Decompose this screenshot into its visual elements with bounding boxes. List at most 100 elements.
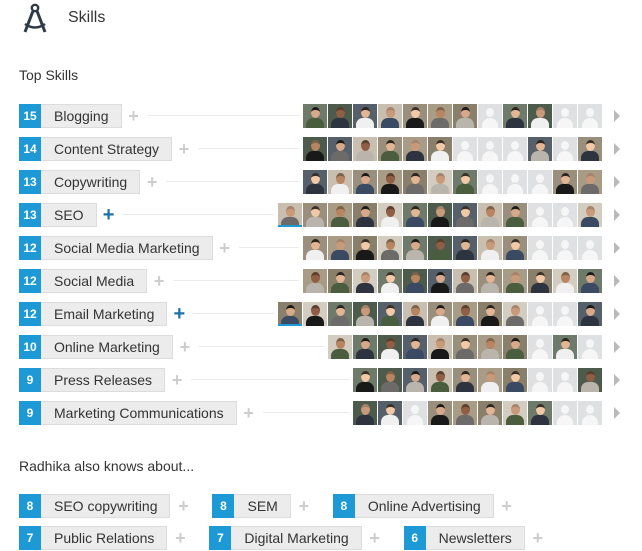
endorser-photo[interactable] bbox=[353, 137, 377, 161]
endorser-photo[interactable] bbox=[503, 203, 527, 227]
endorser-photo[interactable] bbox=[303, 236, 327, 260]
endorser-photo[interactable] bbox=[478, 269, 502, 293]
endorser-photo[interactable] bbox=[428, 302, 452, 326]
endorser-placeholder[interactable] bbox=[528, 170, 552, 194]
endorser-photo[interactable] bbox=[503, 368, 527, 392]
endorser-photo[interactable] bbox=[328, 104, 352, 128]
next-arrow-icon[interactable] bbox=[614, 143, 620, 155]
endorser-photo[interactable] bbox=[478, 236, 502, 260]
endorser-placeholder[interactable] bbox=[553, 401, 577, 425]
endorser-placeholder[interactable] bbox=[528, 236, 552, 260]
endorser-photo[interactable] bbox=[353, 203, 377, 227]
endorser-photo[interactable] bbox=[403, 170, 427, 194]
endorser-photo[interactable] bbox=[378, 335, 402, 359]
endorser-placeholder[interactable] bbox=[503, 137, 527, 161]
endorser-photo[interactable] bbox=[403, 335, 427, 359]
endorser-placeholder[interactable] bbox=[453, 137, 477, 161]
next-arrow-icon[interactable] bbox=[614, 275, 620, 287]
endorser-photo[interactable] bbox=[328, 302, 352, 326]
skill-pill[interactable]: 8 SEO copywriting bbox=[19, 494, 171, 518]
endorser-placeholder[interactable] bbox=[553, 203, 577, 227]
endorse-plus-icon[interactable]: + bbox=[166, 369, 188, 391]
endorser-placeholder[interactable] bbox=[553, 104, 577, 128]
endorser-placeholder[interactable] bbox=[578, 236, 602, 260]
endorser-photo[interactable] bbox=[353, 104, 377, 128]
endorser-photo[interactable] bbox=[378, 104, 402, 128]
endorser-photo[interactable] bbox=[428, 401, 452, 425]
next-arrow-icon[interactable] bbox=[614, 209, 620, 221]
endorse-plus-icon[interactable]: + bbox=[527, 527, 549, 549]
endorser-photo[interactable] bbox=[553, 269, 577, 293]
endorser-photo[interactable] bbox=[353, 170, 377, 194]
endorse-plus-icon[interactable]: + bbox=[168, 303, 190, 325]
endorser-photo[interactable] bbox=[378, 302, 402, 326]
endorser-placeholder[interactable] bbox=[553, 137, 577, 161]
skill-pill[interactable]: 13 Copywriting bbox=[19, 170, 141, 194]
endorse-plus-icon[interactable]: + bbox=[173, 138, 195, 160]
endorser-photo[interactable] bbox=[328, 170, 352, 194]
endorse-plus-icon[interactable]: + bbox=[98, 204, 120, 226]
endorser-photo[interactable] bbox=[453, 335, 477, 359]
endorser-photo[interactable] bbox=[378, 170, 402, 194]
skill-pill[interactable]: 15 Blogging bbox=[19, 104, 122, 128]
endorser-photo[interactable] bbox=[453, 104, 477, 128]
endorser-photo[interactable] bbox=[303, 203, 327, 227]
endorser-placeholder[interactable] bbox=[478, 104, 502, 128]
endorser-photo[interactable] bbox=[303, 170, 327, 194]
endorser-photo[interactable] bbox=[428, 269, 452, 293]
endorser-placeholder[interactable] bbox=[528, 335, 552, 359]
endorser-photo[interactable] bbox=[503, 302, 527, 326]
next-arrow-icon[interactable] bbox=[614, 242, 620, 254]
endorser-photo[interactable] bbox=[378, 401, 402, 425]
skill-pill[interactable]: 12 Social Media bbox=[19, 269, 148, 293]
endorser-photo[interactable] bbox=[328, 137, 352, 161]
endorser-photo[interactable] bbox=[578, 203, 602, 227]
endorser-placeholder[interactable] bbox=[503, 170, 527, 194]
endorser-photo[interactable] bbox=[278, 203, 302, 227]
endorse-plus-icon[interactable]: + bbox=[123, 105, 145, 127]
endorser-photo[interactable] bbox=[478, 203, 502, 227]
endorser-photo[interactable] bbox=[503, 104, 527, 128]
skill-pill[interactable]: 8 SEM bbox=[212, 494, 291, 518]
endorser-photo[interactable] bbox=[453, 401, 477, 425]
endorser-photo[interactable] bbox=[328, 236, 352, 260]
endorser-photo[interactable] bbox=[528, 137, 552, 161]
skill-pill[interactable]: 8 Online Advertising bbox=[332, 494, 494, 518]
skill-pill[interactable]: 13 SEO bbox=[19, 203, 97, 227]
endorser-photo[interactable] bbox=[403, 269, 427, 293]
endorser-photo[interactable] bbox=[403, 104, 427, 128]
endorser-photo[interactable] bbox=[428, 170, 452, 194]
endorser-photo[interactable] bbox=[478, 335, 502, 359]
endorser-photo[interactable] bbox=[353, 302, 377, 326]
skill-pill[interactable]: 9 Marketing Communications bbox=[19, 401, 237, 425]
endorser-photo[interactable] bbox=[453, 269, 477, 293]
endorser-photo[interactable] bbox=[353, 236, 377, 260]
endorser-placeholder[interactable] bbox=[553, 302, 577, 326]
endorser-photo[interactable] bbox=[503, 401, 527, 425]
endorser-placeholder[interactable] bbox=[528, 302, 552, 326]
endorser-photo[interactable] bbox=[528, 269, 552, 293]
endorser-photo[interactable] bbox=[378, 137, 402, 161]
endorser-photo[interactable] bbox=[478, 401, 502, 425]
skill-pill[interactable]: 6 Newsletters bbox=[403, 526, 525, 550]
endorse-plus-icon[interactable]: + bbox=[174, 336, 196, 358]
endorser-photo[interactable] bbox=[503, 236, 527, 260]
skill-pill[interactable]: 12 Email Marketing bbox=[19, 302, 168, 326]
endorser-photo[interactable] bbox=[378, 269, 402, 293]
endorser-photo[interactable] bbox=[353, 401, 377, 425]
endorse-plus-icon[interactable]: + bbox=[141, 171, 163, 193]
endorser-photo[interactable] bbox=[328, 269, 352, 293]
endorser-photo[interactable] bbox=[578, 269, 602, 293]
endorser-placeholder[interactable] bbox=[528, 203, 552, 227]
endorser-photo[interactable] bbox=[378, 203, 402, 227]
endorser-photo[interactable] bbox=[528, 104, 552, 128]
endorser-photo[interactable] bbox=[453, 170, 477, 194]
endorser-photo[interactable] bbox=[453, 236, 477, 260]
endorser-photo[interactable] bbox=[378, 236, 402, 260]
endorser-photo[interactable] bbox=[303, 302, 327, 326]
endorser-photo[interactable] bbox=[428, 335, 452, 359]
next-arrow-icon[interactable] bbox=[614, 407, 620, 419]
endorser-photo[interactable] bbox=[453, 368, 477, 392]
skill-pill[interactable]: 7 Digital Marketing bbox=[209, 526, 362, 550]
endorser-photo[interactable] bbox=[403, 368, 427, 392]
